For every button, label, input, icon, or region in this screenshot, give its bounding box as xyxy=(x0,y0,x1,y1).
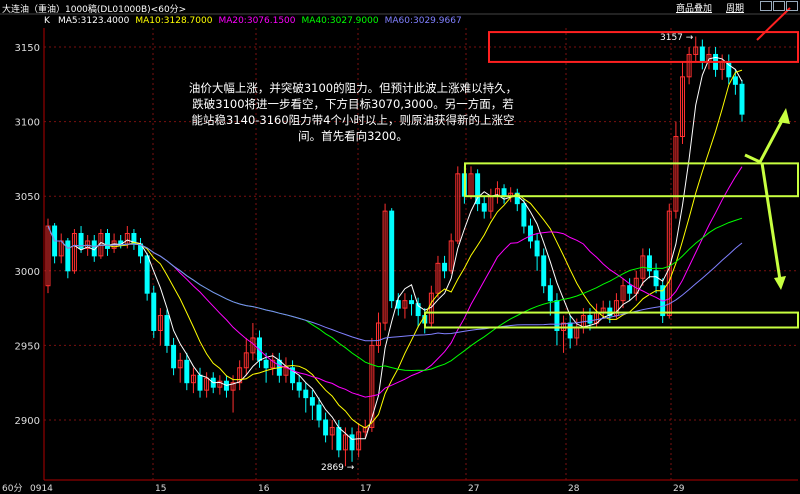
window-controls[interactable] xyxy=(760,1,798,11)
candle-body xyxy=(547,285,553,302)
high-label: 3157 → xyxy=(660,33,694,43)
x-tick-label: 28 xyxy=(568,484,580,494)
y-tick-label: 2950 xyxy=(15,341,40,352)
candle-body xyxy=(587,315,593,324)
period-link[interactable]: 周期 xyxy=(726,1,744,14)
candle-body xyxy=(349,434,355,451)
ma-label-4: MA60:3029.9667 xyxy=(384,16,462,26)
candle-body xyxy=(151,292,157,331)
zone-box-zone-3050-3072 xyxy=(464,162,799,198)
candle-body xyxy=(296,382,302,391)
close-icon[interactable] xyxy=(786,1,798,11)
candle-body xyxy=(336,426,342,451)
candle-body xyxy=(442,262,448,272)
down-arrowhead xyxy=(774,276,786,290)
up-arrowhead xyxy=(778,108,790,124)
candle-body xyxy=(732,76,738,85)
ma-label-3: MA40:3027.9000 xyxy=(301,16,379,26)
minimize-icon[interactable] xyxy=(760,1,772,11)
candle-body xyxy=(409,300,415,305)
candle-body xyxy=(323,419,329,436)
candle-body xyxy=(554,300,560,331)
ma-legend: MA5:3123.4000 MA10:3128.7000 MA20:3076.150… xyxy=(58,16,468,26)
y-tick-label: 3050 xyxy=(15,192,40,203)
y-tick-label: 2900 xyxy=(15,416,40,427)
down-arrow xyxy=(760,162,782,281)
ma-label-1: MA10:3128.7000 xyxy=(135,16,213,26)
ma-label-0: MA5:3123.4000 xyxy=(58,16,130,26)
k-label: K xyxy=(44,16,50,26)
candle-body xyxy=(309,397,315,406)
candlestick-chart: 2900 2950 3000 3050 3100 3150 60分 0914 15 16 17 27 2… xyxy=(0,7,800,494)
x-tick-label: 27 xyxy=(468,484,479,494)
x-tick-label: 16 xyxy=(258,484,270,494)
red-pointer-line xyxy=(756,7,791,41)
maximize-icon[interactable] xyxy=(773,1,785,11)
y-tick-label: 3150 xyxy=(15,43,40,54)
candle-body xyxy=(501,188,507,197)
candle-body xyxy=(481,203,487,212)
candle-body xyxy=(475,173,481,205)
symbol-title: 大连油（重油）1000稿(DL01000B)<60分> xyxy=(2,5,187,15)
x-tick-label: 15 xyxy=(155,484,166,494)
candle-body xyxy=(521,203,527,227)
candle-body xyxy=(171,344,177,369)
x-tick-label: 29 xyxy=(673,484,685,494)
x-tick-label: 0914 xyxy=(30,484,53,494)
y-tick-label: 3000 xyxy=(15,267,40,278)
candle-body xyxy=(739,83,745,115)
candle-body xyxy=(389,210,395,302)
candle-body xyxy=(528,225,533,242)
ma-label-2: MA20:3076.1500 xyxy=(218,16,296,26)
commodity-overlay-link[interactable]: 商品叠加 xyxy=(676,1,712,14)
candle-body xyxy=(164,315,170,346)
y-tick-label: 3100 xyxy=(15,118,40,129)
candle-body xyxy=(699,46,705,63)
candle-body xyxy=(627,285,633,294)
x-tick-label: 17 xyxy=(360,484,371,494)
candle-body xyxy=(567,322,573,339)
candle-body xyxy=(263,359,269,369)
candle-body xyxy=(534,240,540,257)
candle-body xyxy=(65,240,71,272)
candle-body xyxy=(197,374,203,391)
low-label: 2869 → xyxy=(321,463,355,473)
analysis-annotation: 油价大幅上涨，并突破3100的阻力。但预计此波上涨难以持久，跌破3100将进一步… xyxy=(188,81,518,143)
x-tick-label: 60分 xyxy=(2,483,22,494)
candle-body xyxy=(184,359,190,384)
candle-body xyxy=(144,255,150,294)
candle-body xyxy=(303,389,309,399)
candle-body xyxy=(541,255,547,287)
candle-body xyxy=(316,404,322,421)
